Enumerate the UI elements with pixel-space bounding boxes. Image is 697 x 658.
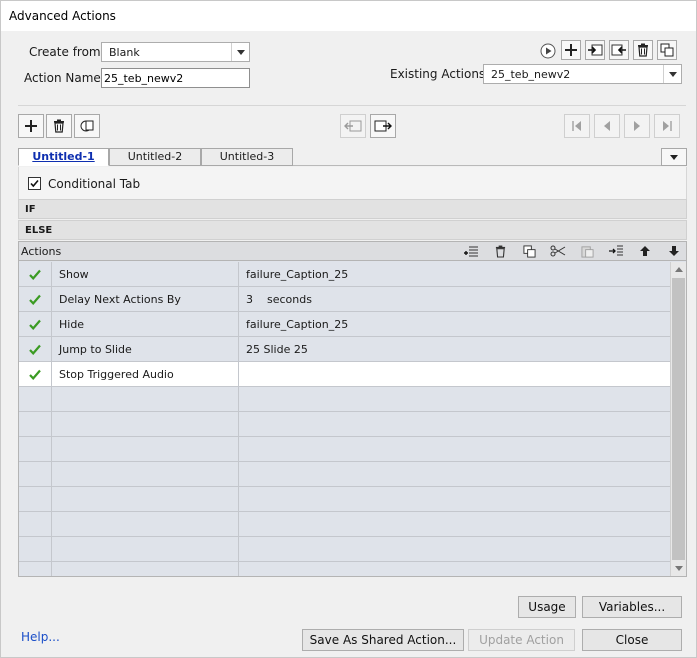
decision-tabs: Untitled-1 Untitled-2 Untitled-3 xyxy=(18,148,687,166)
action-name-label: Action Name: xyxy=(24,71,105,85)
duplicate-decision-icon[interactable] xyxy=(74,114,100,138)
action-cell: Hide xyxy=(52,312,239,336)
copy-row-icon[interactable] xyxy=(520,243,538,259)
last-icon[interactable] xyxy=(654,114,680,138)
scroll-thumb[interactable] xyxy=(672,278,685,560)
table-row[interactable]: Delay Next Actions By 3 seconds xyxy=(19,287,670,312)
add-decision-icon[interactable] xyxy=(18,114,44,138)
else-section-header[interactable]: ELSE xyxy=(18,220,687,240)
usage-button[interactable]: Usage xyxy=(518,596,576,618)
action-name-field[interactable] xyxy=(101,68,250,88)
actions-header-label: Actions xyxy=(21,245,62,258)
move-right-icon[interactable] xyxy=(370,114,396,138)
action-cell: Stop Triggered Audio xyxy=(52,362,239,386)
move-left-icon[interactable] xyxy=(340,114,366,138)
export-icon[interactable] xyxy=(609,40,629,60)
scroll-down-icon[interactable] xyxy=(675,566,683,571)
create-from-select[interactable]: Blank xyxy=(101,42,250,62)
tabs-dropdown-button[interactable] xyxy=(661,148,687,166)
tab-untitled-3[interactable]: Untitled-3 xyxy=(201,148,293,166)
help-link[interactable]: Help... xyxy=(21,630,60,644)
delete-action-icon[interactable] xyxy=(633,40,653,60)
action-cell: Delay Next Actions By xyxy=(52,287,239,311)
empty-row[interactable] xyxy=(19,412,670,437)
conditional-checkbox[interactable] xyxy=(28,177,41,190)
scroll-up-icon[interactable] xyxy=(675,267,683,272)
next-icon[interactable] xyxy=(624,114,650,138)
table-row[interactable]: Show failure_Caption_25 xyxy=(19,262,670,287)
add-action-icon[interactable] xyxy=(561,40,581,60)
variables-button[interactable]: Variables... xyxy=(582,596,682,618)
empty-row[interactable] xyxy=(19,487,670,512)
existing-actions-select[interactable]: 25_teb_newv2 xyxy=(483,64,682,84)
action-cell: Show xyxy=(52,262,239,286)
create-from-label: Create from: xyxy=(29,45,105,59)
check-green-icon xyxy=(19,312,52,336)
action-name-input[interactable] xyxy=(102,69,249,87)
close-button[interactable]: Close xyxy=(582,629,682,651)
title-bar: Advanced Actions xyxy=(1,1,696,31)
table-row-selected[interactable]: Stop Triggered Audio xyxy=(19,362,670,387)
actions-grid-header: Actions xyxy=(19,242,686,261)
empty-row[interactable] xyxy=(19,462,670,487)
check-green-icon xyxy=(19,262,52,286)
cut-row-icon[interactable] xyxy=(549,243,567,259)
tab-untitled-2[interactable]: Untitled-2 xyxy=(109,148,201,166)
window-title: Advanced Actions xyxy=(9,9,116,23)
insert-row-icon[interactable] xyxy=(462,243,480,259)
check-green-icon xyxy=(19,362,52,386)
conditional-label: Conditional Tab xyxy=(48,177,141,191)
existing-actions-label: Existing Actions: xyxy=(390,67,490,81)
target-cell xyxy=(239,362,670,386)
chevron-down-icon xyxy=(231,43,249,61)
check-green-icon xyxy=(19,287,52,311)
divider xyxy=(18,105,686,106)
move-up-icon[interactable] xyxy=(636,243,654,259)
insert-after-icon[interactable] xyxy=(607,243,625,259)
create-from-value: Blank xyxy=(109,46,140,59)
actions-grid: Actions Show failure_Caption_25 Delay Ne… xyxy=(18,241,687,577)
previous-icon[interactable] xyxy=(594,114,620,138)
tab-untitled-1[interactable]: Untitled-1 xyxy=(18,148,109,166)
empty-row[interactable] xyxy=(19,512,670,537)
conditional-row: Conditional Tab xyxy=(18,167,687,199)
actions-rows: Show failure_Caption_25 Delay Next Actio… xyxy=(19,262,670,576)
paste-row-icon[interactable] xyxy=(578,243,596,259)
check-green-icon xyxy=(19,337,52,361)
chevron-down-icon xyxy=(663,65,681,83)
empty-row[interactable] xyxy=(19,437,670,462)
if-section-header[interactable]: IF xyxy=(18,199,687,219)
preview-icon[interactable] xyxy=(538,41,558,61)
delete-decision-icon[interactable] xyxy=(46,114,72,138)
advanced-actions-dialog: Advanced Actions Create from: Blank Acti… xyxy=(0,0,697,658)
table-row[interactable]: Hide failure_Caption_25 xyxy=(19,312,670,337)
move-down-icon[interactable] xyxy=(665,243,683,259)
table-row[interactable]: Jump to Slide 25 Slide 25 xyxy=(19,337,670,362)
duplicate-action-icon[interactable] xyxy=(657,40,677,60)
target-cell: failure_Caption_25 xyxy=(246,268,349,281)
import-icon[interactable] xyxy=(585,40,605,60)
empty-row[interactable] xyxy=(19,537,670,562)
target-cell: 3 seconds xyxy=(246,293,312,306)
target-cell: 25 Slide 25 xyxy=(246,343,308,356)
existing-actions-value: 25_teb_newv2 xyxy=(491,68,571,81)
empty-row[interactable] xyxy=(19,387,670,412)
empty-row[interactable] xyxy=(19,562,670,576)
update-action-button[interactable]: Update Action xyxy=(468,629,575,651)
target-cell: failure_Caption_25 xyxy=(246,318,349,331)
vertical-scrollbar[interactable] xyxy=(670,262,686,576)
first-icon[interactable] xyxy=(564,114,590,138)
action-cell: Jump to Slide xyxy=(52,337,239,361)
save-as-shared-action-button[interactable]: Save As Shared Action... xyxy=(302,629,464,651)
delete-row-icon[interactable] xyxy=(491,243,509,259)
